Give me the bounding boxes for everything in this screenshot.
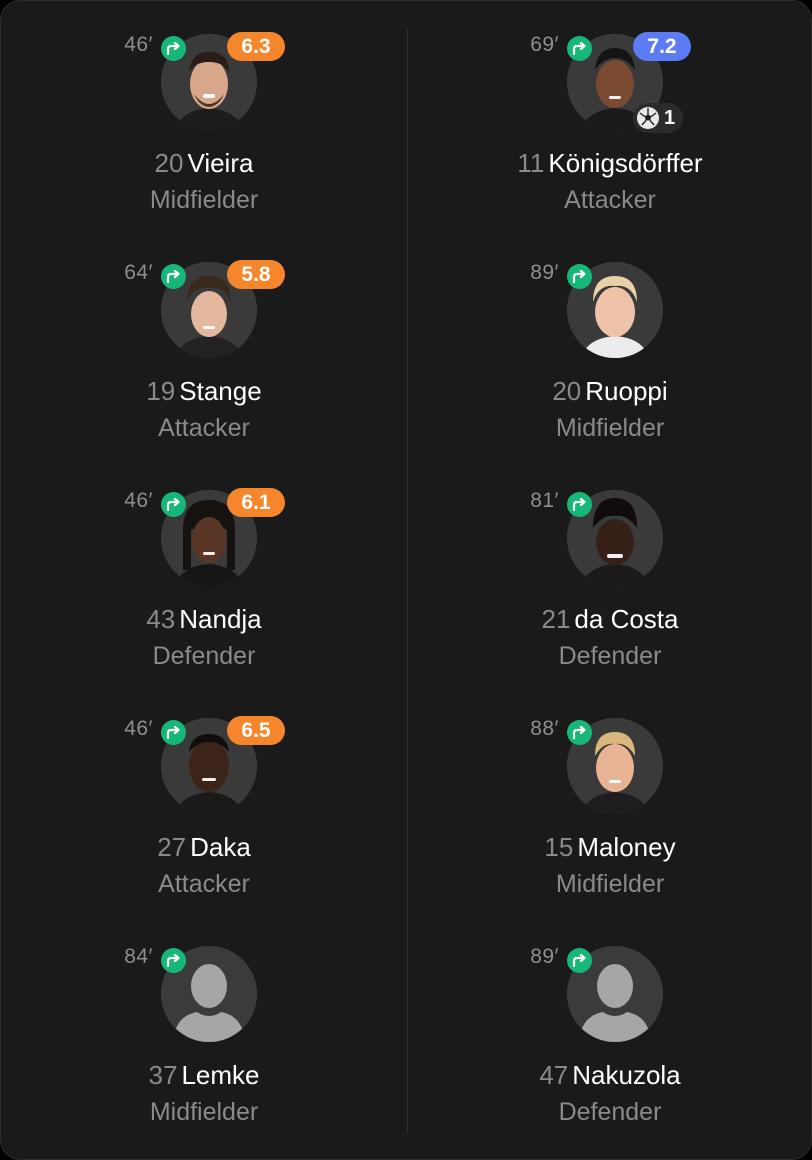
sub-minute: 64′ [124, 261, 153, 284]
shirt-number: 27 [157, 832, 187, 862]
sub-in-arrow-icon [161, 720, 186, 745]
shirt-number: 19 [146, 376, 176, 406]
rating-badge: 7.2 [633, 32, 691, 61]
shirt-number: 20 [154, 148, 184, 178]
player-card[interactable]: 69′ 7.2 1 11 Königsdörffer Attacker [407, 1, 811, 229]
rating-badge: 6.3 [227, 32, 285, 61]
player-position: Midfielder [149, 186, 259, 214]
substitutes-card: 46′ 6.3 20 Vieira Midfielder 64′ 5.8 19 … [0, 0, 812, 1160]
player-position: Defender [558, 642, 662, 670]
sub-in-arrow-icon [567, 264, 592, 289]
shirt-number: 37 [148, 1060, 178, 1090]
player-name: Maloney [577, 832, 676, 862]
player-position: Midfielder [149, 1098, 259, 1126]
shirt-number: 21 [541, 604, 571, 634]
player-position: Defender [152, 642, 256, 670]
sub-in-arrow-icon [567, 492, 592, 517]
player-position: Attacker [158, 414, 250, 442]
player-name: Königsdörffer [548, 148, 703, 178]
sub-in-arrow-icon [567, 36, 592, 61]
player-card[interactable]: 89′ 20 Ruoppi Midfielder [407, 229, 811, 457]
sub-minute: 46′ [124, 489, 153, 512]
player-name: Ruoppi [585, 376, 668, 406]
player-position: Attacker [564, 186, 656, 214]
home-substitutes: 46′ 6.3 20 Vieira Midfielder 64′ 5.8 19 … [1, 1, 407, 1141]
sub-in-arrow-icon [161, 948, 186, 973]
player-position: Defender [558, 1098, 662, 1126]
goals-badge: 1 [633, 103, 684, 133]
player-name: Daka [190, 832, 251, 862]
shirt-number: 20 [552, 376, 582, 406]
player-card[interactable]: 88′ 15 Maloney Midfielder [407, 685, 811, 913]
player-name: Lemke [181, 1060, 260, 1090]
sub-in-arrow-icon [161, 492, 186, 517]
player-card[interactable]: 81′ 21 da Costa Defender [407, 457, 811, 685]
rating-badge: 6.5 [227, 716, 285, 745]
player-card[interactable]: 89′ 47 Nakuzola Defender [407, 913, 811, 1141]
shirt-number: 11 [517, 148, 545, 178]
sub-minute: 89′ [530, 945, 559, 968]
sub-minute: 84′ [124, 945, 153, 968]
player-position: Attacker [158, 870, 250, 898]
player-name: Nakuzola [572, 1060, 681, 1090]
player-name: Nandja [179, 604, 262, 634]
player-name: da Costa [574, 604, 679, 634]
shirt-number: 15 [544, 832, 574, 862]
player-position: Midfielder [555, 870, 665, 898]
sub-in-arrow-icon [567, 948, 592, 973]
sub-minute: 89′ [530, 261, 559, 284]
goals-count: 1 [664, 106, 676, 129]
player-card[interactable]: 84′ 37 Lemke Midfielder [1, 913, 407, 1141]
rating-badge: 6.1 [227, 488, 285, 517]
player-name: Stange [179, 376, 262, 406]
shirt-number: 43 [146, 604, 176, 634]
rating-badge: 5.8 [227, 260, 285, 289]
sub-minute: 88′ [530, 717, 559, 740]
player-card[interactable]: 46′ 6.3 20 Vieira Midfielder [1, 1, 407, 229]
football-icon [637, 107, 659, 129]
player-card[interactable]: 46′ 6.5 27 Daka Attacker [1, 685, 407, 913]
player-position: Midfielder [555, 414, 665, 442]
sub-minute: 69′ [530, 33, 559, 56]
shirt-number: 47 [539, 1060, 569, 1090]
player-card[interactable]: 46′ 6.1 43 Nandja Defender [1, 457, 407, 685]
sub-minute: 46′ [124, 717, 153, 740]
sub-in-arrow-icon [161, 264, 186, 289]
sub-minute: 81′ [530, 489, 559, 512]
sub-in-arrow-icon [567, 720, 592, 745]
player-card[interactable]: 64′ 5.8 19 Stange Attacker [1, 229, 407, 457]
away-substitutes: 69′ 7.2 1 11Königsdörffer Attacker 89′ [407, 1, 811, 1141]
sub-minute: 46′ [124, 33, 153, 56]
sub-in-arrow-icon [161, 36, 186, 61]
player-name: Vieira [187, 148, 254, 178]
